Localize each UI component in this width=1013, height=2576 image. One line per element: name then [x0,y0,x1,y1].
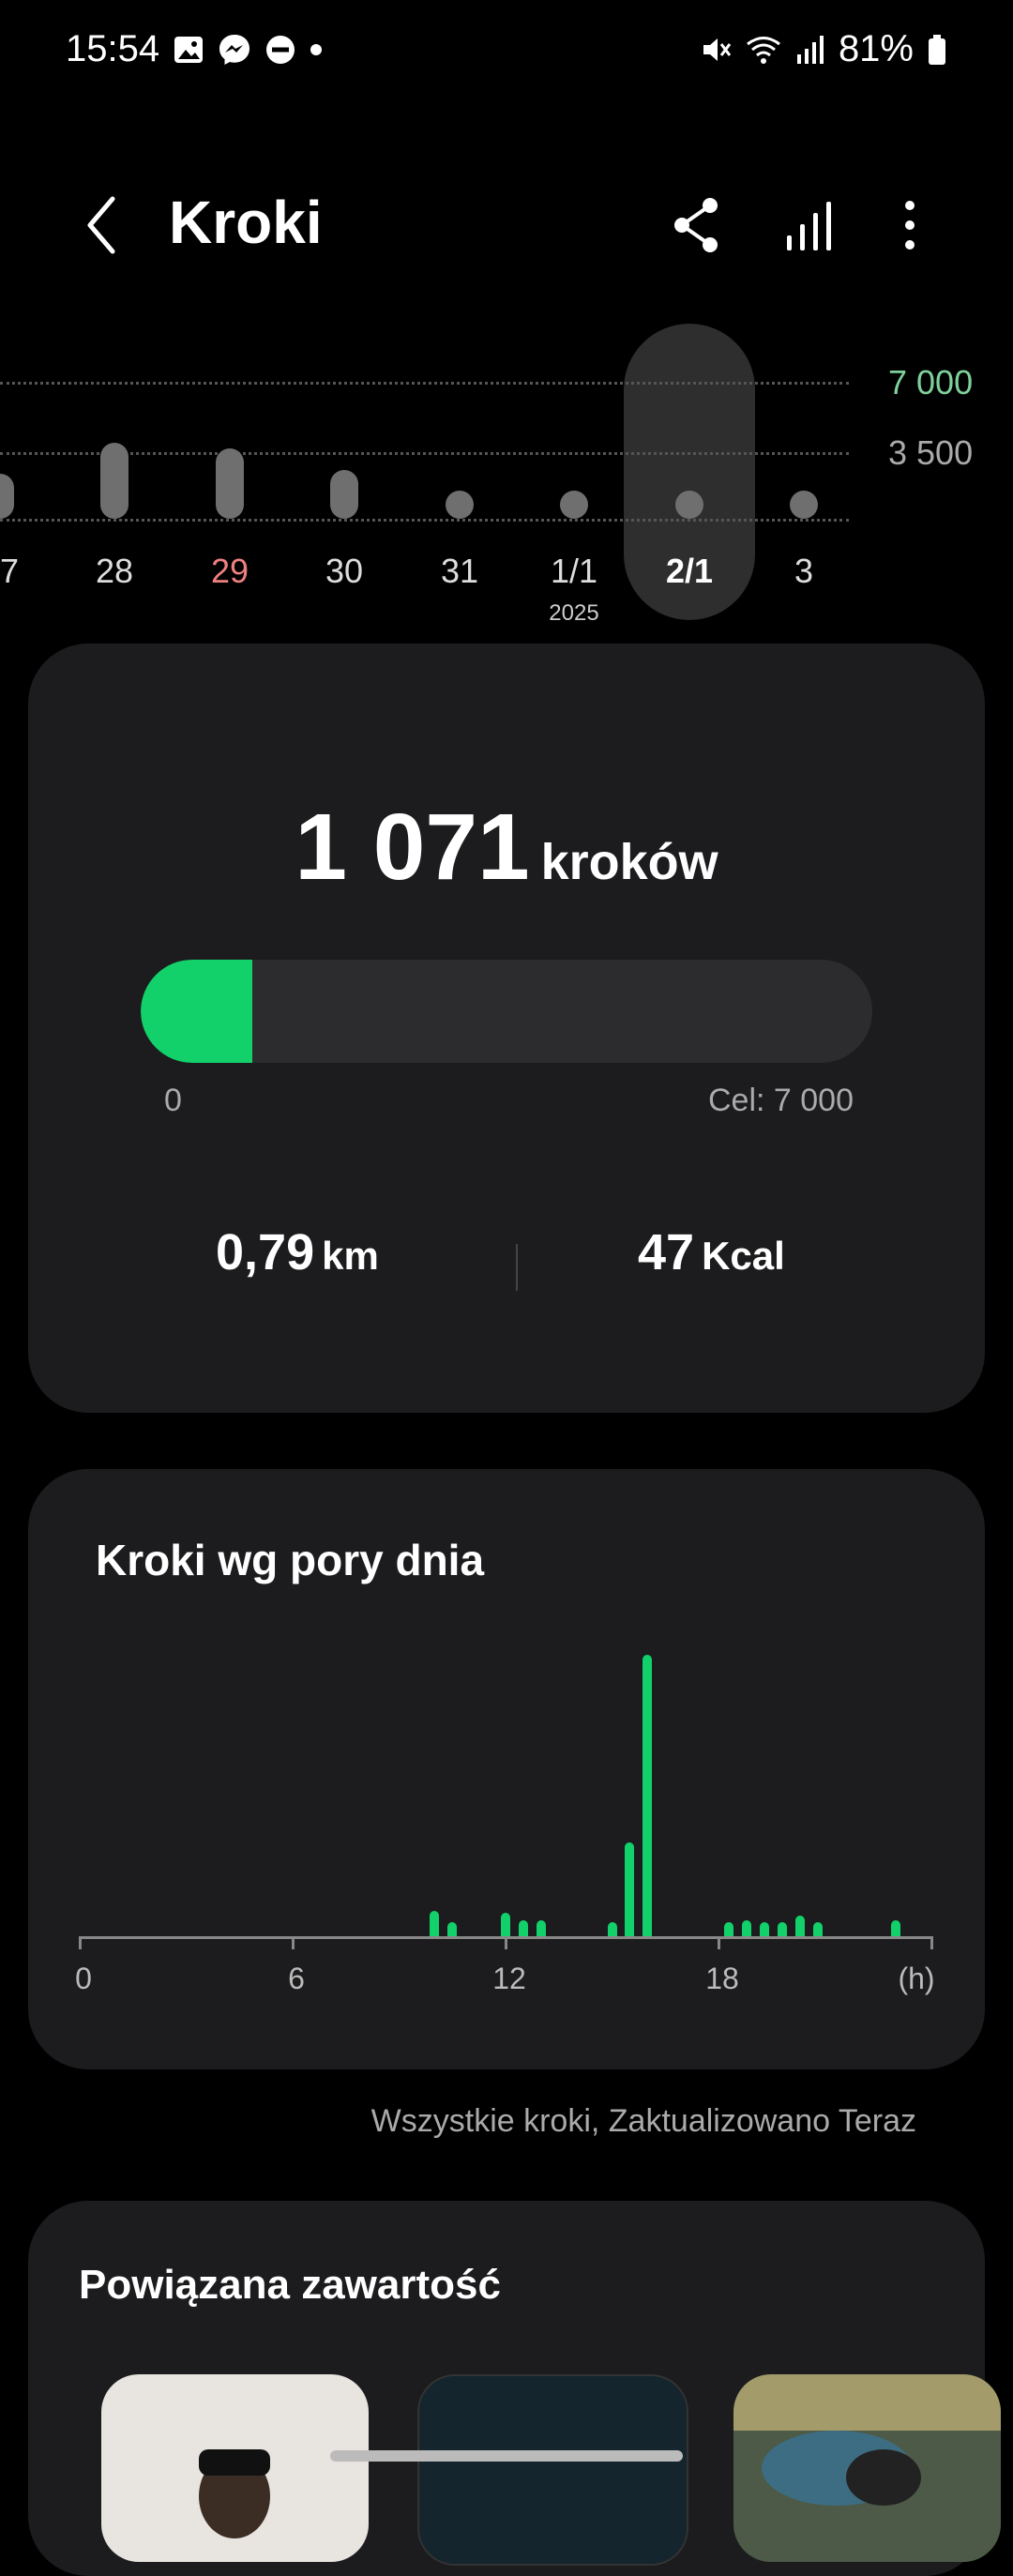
x-axis-tick [79,1936,82,1949]
hourly-bar[interactable] [760,1922,770,1936]
baseline [0,519,849,522]
hourly-chart-title: Kroki wg pory dnia [96,1536,485,1584]
steps-unit: kroków [540,834,718,890]
hourly-bar[interactable] [430,1910,440,1936]
x-axis-label: 18 [705,1962,739,1995]
back-icon [87,196,115,254]
battery-percent: 81% [838,28,914,69]
x-axis-tick [505,1936,507,1949]
calories-unit: Kcal [702,1234,785,1278]
calories-value: 47 [638,1224,695,1280]
day-label[interactable]: 1/1 [527,552,621,591]
day-bar[interactable] [675,491,703,519]
x-axis-label: 6 [288,1962,305,1995]
day-bar[interactable] [560,491,588,519]
progress-min-label: 0 [164,1083,182,1118]
x-axis-tick [718,1936,720,1949]
steps-summary-card: 1 071 kroków 0 Cel: 7 000 0,79 km 47 Kcal [28,644,985,1413]
day-label[interactable]: 30 [297,552,391,591]
updated-status-text: Wszystkie kroki, Zaktualizowano Teraz [370,2103,916,2139]
page-title: Kroki [169,189,323,256]
home-indicator[interactable] [330,2450,683,2462]
related-content-card: Powiązana zawartość [28,2201,1001,2576]
dot-icon [310,43,323,55]
x-axis-label: (h) [898,1962,935,1995]
day-bar[interactable] [446,491,474,519]
hourly-bar[interactable] [625,1842,635,1936]
steps-total: 1 071 kroków [28,794,985,902]
hourly-bar[interactable] [447,1922,458,1936]
messenger-icon [219,34,250,65]
mute-icon [703,38,732,61]
battery-icon [929,34,945,65]
day-bar[interactable] [790,491,818,519]
hourly-bar[interactable] [501,1913,510,1936]
day-year-label: 2025 [549,600,599,626]
x-axis-label: 0 [75,1962,92,1995]
metric-divider [516,1244,518,1291]
day-bar[interactable] [0,474,14,519]
day-label[interactable]: 2/1 [643,552,736,591]
chart-icon [787,202,831,250]
back-button[interactable] [75,188,131,263]
hourly-bar[interactable] [778,1922,788,1936]
day-bar[interactable] [100,442,129,519]
hourly-bar[interactable] [742,1919,752,1936]
x-axis-tick [292,1936,295,1949]
goal-label-high: 7 000 [888,363,974,402]
related-content-title: Powiązana zawartość [79,2262,501,2308]
more-icon [905,201,915,250]
day-label[interactable]: 31 [413,552,506,591]
share-icon [674,198,718,252]
related-thumbnail-2[interactable] [417,2374,688,2566]
hourly-steps-card[interactable]: Kroki wg pory dnia 0 6 12 18 (h) [28,1469,985,2069]
dnd-icon [266,35,295,64]
steps-progress-fill [141,960,253,1063]
hourly-bar[interactable] [536,1919,546,1936]
hourly-bar[interactable] [812,1922,823,1936]
x-axis-label: 12 [492,1962,526,1995]
chart-view-button[interactable] [781,192,838,258]
related-thumbnail-1[interactable] [101,2374,369,2562]
day-bar[interactable] [216,447,244,519]
day-label[interactable]: 29 [183,552,277,591]
goal-label-mid: 3 500 [888,433,974,472]
share-button[interactable] [669,192,725,258]
hourly-bar[interactable] [724,1922,734,1936]
x-axis-tick [930,1936,933,1949]
related-thumbnail-3[interactable] [733,2374,1001,2562]
steps-count: 1 071 [295,795,530,900]
goal-line-7000 [0,382,849,385]
distance-metric: 0,79 km [216,1223,379,1281]
steps-progress-bar [141,960,872,1063]
hourly-bar[interactable] [795,1915,806,1936]
hourly-bar[interactable] [891,1919,901,1936]
day-bar[interactable] [330,469,358,519]
day-label[interactable]: 3 [757,552,851,591]
hourly-bar[interactable] [518,1919,528,1936]
more-options-button[interactable] [882,192,938,258]
distance-value: 0,79 [216,1224,315,1280]
day-label[interactable]: 27 [0,552,47,591]
wifi-icon [747,36,780,64]
status-time: 15:54 [66,28,160,69]
status-bar: 15:54 81% [0,0,1013,103]
distance-unit: km [322,1234,379,1278]
calories-metric: 47 Kcal [638,1223,785,1281]
hourly-bar[interactable] [643,1655,653,1936]
day-label[interactable]: 28 [68,552,161,591]
gallery-icon [174,36,204,63]
signal-icon [796,35,824,64]
hourly-bar[interactable] [607,1922,617,1936]
progress-goal-label: Cel: 7 000 [708,1083,854,1118]
